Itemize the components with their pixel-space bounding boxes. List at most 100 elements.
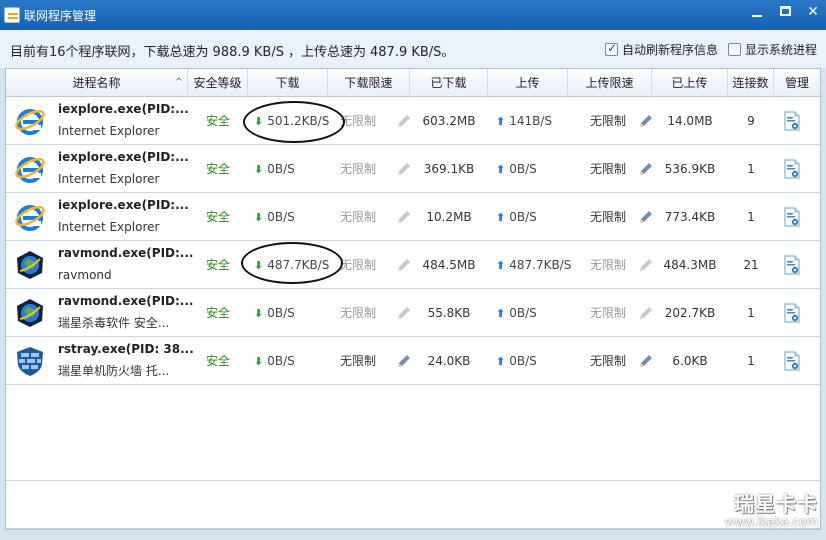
window-title: 联网程序管理	[24, 9, 97, 23]
title-bar: 联网程序管理 ✕	[0, 0, 826, 30]
firewall-icon	[14, 345, 46, 377]
process-description: ravmond	[58, 268, 112, 282]
table-header: 进程名称 ^ 安全等级 下载 下载限速 已下载 上传 上传限速 已上传 连接数 管…	[6, 69, 820, 97]
process-description: 瑞星杀毒软件 安全...	[58, 316, 170, 330]
table-row[interactable]: iexplore.exe(PID:... Internet Explorer 安全 ⬇…	[6, 145, 820, 193]
upload-limit: 无限制	[589, 162, 626, 176]
column-header-download-limit[interactable]: 下载限速	[328, 69, 410, 97]
connection-count: 1	[747, 210, 755, 224]
column-header-safety[interactable]: 安全等级	[188, 69, 248, 97]
column-header-uploaded[interactable]: 已上传	[652, 69, 728, 97]
arrow-down-icon: ⬇	[254, 307, 264, 320]
downloaded-total: 603.2MB	[422, 114, 476, 128]
uploaded-total: 536.9KB	[664, 162, 716, 176]
process-description: Internet Explorer	[58, 172, 160, 186]
manage-icon[interactable]	[783, 207, 801, 227]
download-speed: ⬇ 501.2KB/S	[254, 114, 330, 128]
download-limit: 无限制	[339, 354, 376, 368]
empty-row	[6, 433, 820, 481]
summary-prefix: 目前有16个程序联网，下载总速为	[10, 45, 209, 60]
upload-speed: ⬆ 0B/S	[496, 210, 537, 224]
column-header-connections[interactable]: 连接数	[728, 69, 774, 97]
upload-limit: 无限制	[589, 306, 626, 320]
upload-speed: ⬆ 487.7KB/S	[496, 258, 572, 272]
watermark-title: 瑞星卡卡	[734, 492, 818, 516]
table-row[interactable]: ravmond.exe(PID:... 瑞星杀毒软件 安全... 安全 ⬇ 0B/S 无限…	[6, 289, 820, 337]
column-header-upload-limit[interactable]: 上传限速	[568, 69, 652, 97]
upload-speed: ⬆ 141B/S	[496, 114, 553, 128]
uploaded-total: 14.0MB	[667, 114, 713, 128]
column-header-download[interactable]: 下载	[248, 69, 328, 97]
safety-level: 安全	[205, 210, 230, 224]
column-header-manage[interactable]: 管理	[774, 69, 820, 97]
uploaded-total: 773.4KB	[664, 210, 716, 224]
manage-icon[interactable]	[783, 351, 801, 371]
manage-icon[interactable]	[783, 255, 801, 275]
auto-refresh-option[interactable]: 自动刷新程序信息	[605, 41, 718, 58]
arrow-up-icon: ⬆	[496, 355, 506, 368]
watermark-url: www.ikaka.com	[724, 515, 818, 529]
arrow-up-icon: ⬆	[496, 259, 506, 272]
ravmond-icon	[14, 297, 46, 329]
close-button[interactable]: ✕	[802, 2, 824, 22]
process-name: rstray.exe(PID: 38...	[58, 342, 194, 356]
show-system-option[interactable]: 显示系统进程	[728, 41, 817, 58]
connection-count: 9	[747, 114, 755, 128]
sort-arrow-icon: ^	[174, 77, 183, 88]
summary-bar: 目前有16个程序联网，下载总速为 988.9 KB/S ，上传总速为 487.9 KB…	[0, 30, 826, 68]
maximize-button[interactable]	[775, 2, 797, 22]
process-name: ravmond.exe(PID:...	[58, 246, 194, 260]
watermark-logo: 瑞星卡卡 www.ikaka.com	[694, 488, 818, 534]
manage-icon[interactable]	[783, 159, 801, 179]
downloaded-total: 10.2MB	[426, 210, 472, 224]
process-name: iexplore.exe(PID:...	[58, 102, 189, 116]
download-limit: 无限制	[339, 306, 376, 320]
uploaded-total: 6.0KB	[672, 354, 708, 368]
table-row[interactable]: iexplore.exe(PID:... Internet Explorer 安全 ⬇…	[6, 97, 820, 145]
table-row[interactable]: rstray.exe(PID: 38... 瑞星单机防火墙 托... 安全 ⬇ 0B/S…	[6, 337, 820, 385]
safety-level: 安全	[205, 354, 230, 368]
minimize-icon	[752, 15, 762, 17]
downloaded-total: 24.0KB	[427, 354, 471, 368]
downloaded-total: 484.5MB	[422, 258, 476, 272]
internet-explorer-icon	[14, 105, 46, 137]
download-limit: 无限制	[339, 162, 376, 176]
safety-level: 安全	[205, 306, 230, 320]
download-limit: 无限制	[339, 258, 376, 272]
download-speed: ⬇ 487.7KB/S	[254, 258, 330, 272]
manage-icon[interactable]	[783, 111, 801, 131]
upload-total: 487.9 KB/S。	[370, 45, 455, 60]
safety-level: 安全	[205, 162, 230, 176]
show-system-checkbox[interactable]	[728, 43, 741, 56]
downloaded-total: 55.8KB	[427, 306, 471, 320]
safety-level: 安全	[205, 258, 230, 272]
download-speed: ⬇ 0B/S	[254, 306, 295, 320]
arrow-down-icon: ⬇	[254, 211, 264, 224]
arrow-up-icon: ⬆	[496, 307, 506, 320]
connection-count: 1	[747, 162, 755, 176]
maximize-icon	[780, 6, 791, 16]
summary-text: 目前有16个程序联网，下载总速为 988.9 KB/S ，上传总速为 487.9 KB…	[10, 41, 458, 60]
column-header-process-name[interactable]: 进程名称 ^	[6, 69, 188, 97]
arrow-down-icon: ⬇	[254, 355, 264, 368]
connection-count: 1	[747, 354, 755, 368]
safety-level: 安全	[205, 114, 230, 128]
upload-limit: 无限制	[589, 114, 626, 128]
app-icon	[4, 7, 20, 23]
minimize-button[interactable]	[746, 2, 768, 22]
process-name: iexplore.exe(PID:...	[58, 150, 189, 164]
manage-icon[interactable]	[783, 303, 801, 323]
uploaded-total: 202.7KB	[664, 306, 716, 320]
table-row[interactable]: iexplore.exe(PID:... Internet Explorer 安全 ⬇…	[6, 193, 820, 241]
upload-limit: 无限制	[589, 258, 626, 272]
auto-refresh-checkbox[interactable]	[605, 41, 618, 56]
connection-count: 21	[743, 258, 759, 272]
table-row[interactable]: ravmond.exe(PID:... ravmond 安全 ⬇ 487.7KB/S 无限…	[6, 241, 820, 289]
column-header-downloaded[interactable]: 已下载	[410, 69, 488, 97]
column-header-upload[interactable]: 上传	[488, 69, 568, 97]
show-system-label: 显示系统进程	[745, 43, 818, 57]
upload-limit: 无限制	[589, 354, 626, 368]
upload-limit: 无限制	[589, 210, 626, 224]
process-description: Internet Explorer	[58, 220, 160, 234]
arrow-down-icon: ⬇	[254, 163, 264, 176]
